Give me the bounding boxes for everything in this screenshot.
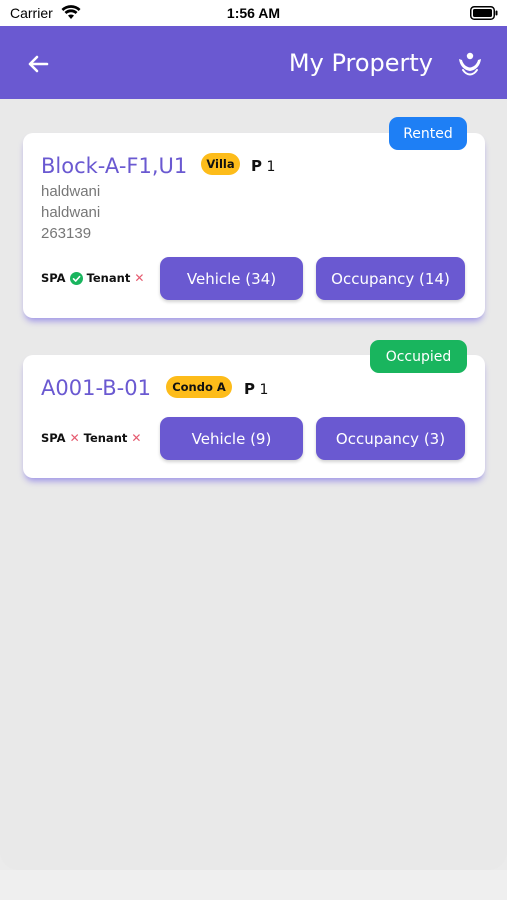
hands-logo-icon[interactable] <box>454 48 486 80</box>
back-button[interactable] <box>22 48 54 80</box>
app-header: My Property <box>0 26 507 99</box>
property-type-badge: Condo A <box>166 376 232 398</box>
tenant-label: Tenant <box>86 271 131 285</box>
parking-prefix: P <box>244 380 255 398</box>
address-line: haldwani <box>41 204 101 221</box>
parking-count: P 1 <box>251 157 275 175</box>
clock: 1:56 AM <box>226 5 281 21</box>
tags-row: SPA Tenant ✕ <box>41 271 148 285</box>
cross-icon: ✕ <box>131 431 142 445</box>
arrow-left-icon <box>28 55 49 73</box>
vehicle-button[interactable]: Vehicle (34) <box>160 257 303 300</box>
home-indicator-area <box>0 870 507 900</box>
spa-label: SPA <box>41 271 66 285</box>
battery-icon <box>470 6 498 20</box>
status-bar: Carrier 1:56 AM <box>0 0 507 26</box>
page-title: My Property <box>288 49 433 77</box>
status-badge: Rented <box>389 117 467 150</box>
vehicle-button[interactable]: Vehicle (9) <box>160 417 303 460</box>
cross-icon: ✕ <box>69 431 80 445</box>
occupancy-button[interactable]: Occupancy (3) <box>316 417 465 460</box>
cross-icon: ✕ <box>134 271 145 285</box>
tenant-label: Tenant <box>83 431 128 445</box>
unit-title: A001-B-01 <box>41 376 151 400</box>
tags-row: SPA ✕ Tenant ✕ <box>41 431 145 445</box>
parking-value: 1 <box>259 382 269 398</box>
address-pincode: 263139 <box>41 225 92 242</box>
parking-count: P 1 <box>244 380 268 398</box>
unit-title: Block-A-F1,U1 <box>41 154 188 178</box>
spa-label: SPA <box>41 431 66 445</box>
property-type-badge: Villa <box>201 153 240 175</box>
parking-value: 1 <box>266 159 276 175</box>
occupancy-button[interactable]: Occupancy (14) <box>316 257 465 300</box>
address-line: haldwani <box>41 183 101 200</box>
check-circle-icon <box>69 271 83 285</box>
parking-prefix: P <box>251 157 262 175</box>
status-badge: Occupied <box>370 340 467 373</box>
